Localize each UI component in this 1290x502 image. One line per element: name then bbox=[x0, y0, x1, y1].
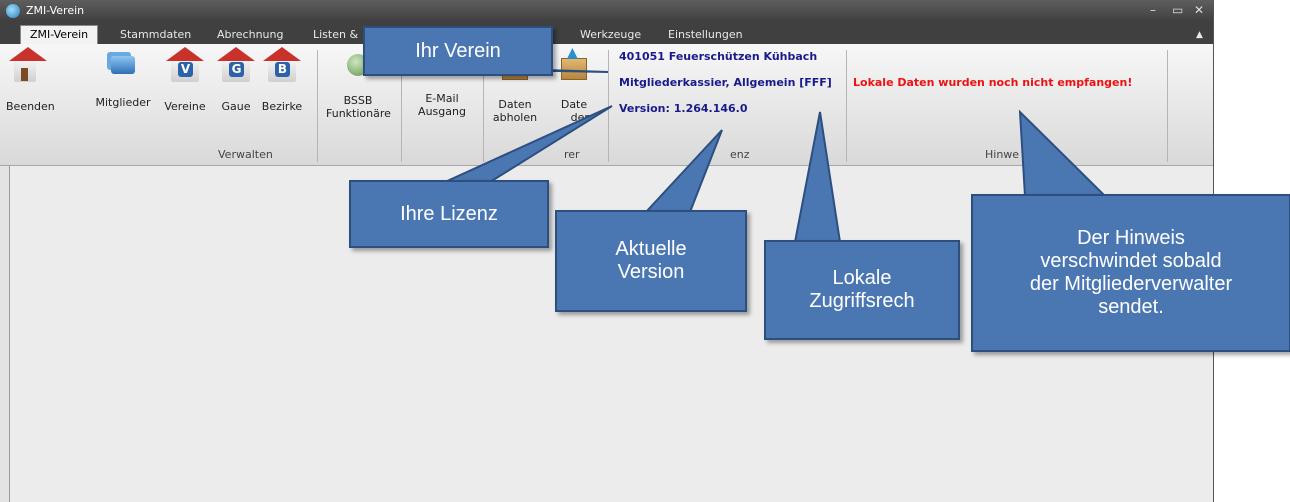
tab-abrechnung[interactable]: Abrechnung bbox=[217, 26, 283, 44]
bssb-label-line1: BSSB bbox=[343, 94, 373, 107]
group-label-hinweis: Hinwe bbox=[985, 148, 1020, 161]
warning-text: Lokale Daten wurden noch nicht empfangen… bbox=[853, 76, 1133, 89]
bssb-label-line2: Funktionäre bbox=[326, 107, 391, 120]
app-icon bbox=[6, 4, 20, 18]
daten-abholen-line2: abholen bbox=[492, 111, 538, 124]
callout-ihre-lizenz: Ihre Lizenz bbox=[349, 180, 549, 248]
group-label-verwalten: Verwalten bbox=[218, 148, 273, 161]
tab-zmi-verein[interactable]: ZMI-Verein bbox=[20, 25, 99, 44]
email-label-line2: Ausgang bbox=[418, 105, 466, 118]
group-separator bbox=[317, 50, 318, 162]
ribbon: Beenden Mitglieder V Vereine G Gaue B Be… bbox=[0, 44, 1213, 166]
daten-abholen-line1: Daten bbox=[498, 98, 532, 111]
callout-ihr-verein: Ihr Verein bbox=[363, 26, 553, 76]
group-separator bbox=[608, 50, 609, 162]
group-separator bbox=[846, 50, 847, 162]
title-bar: ZMI-Verein – ▭ ✕ bbox=[0, 0, 1213, 22]
gaue-label: Gaue bbox=[221, 100, 251, 113]
daten-senden-line1: Date bbox=[560, 98, 588, 111]
members-icon bbox=[106, 56, 140, 90]
maximize-icon[interactable]: ▭ bbox=[1172, 3, 1183, 17]
bezirke-button[interactable]: B Bezirke bbox=[260, 46, 304, 113]
email-label-line1: E-Mail bbox=[425, 92, 459, 105]
license-version: Version: 1.264.146.0 bbox=[619, 102, 748, 115]
group-label-transfer: rer bbox=[564, 148, 580, 161]
daten-senden-line2: den bbox=[570, 111, 592, 124]
close-icon[interactable]: ✕ bbox=[1194, 3, 1204, 17]
minimize-icon[interactable]: – bbox=[1150, 3, 1156, 17]
mitglieder-button[interactable]: Mitglieder bbox=[94, 46, 152, 109]
group-separator bbox=[1167, 50, 1168, 162]
tab-einstellungen[interactable]: Einstellungen bbox=[668, 26, 743, 44]
license-club: 401051 Feuerschützen Kühbach bbox=[619, 50, 818, 63]
bezirke-label: Bezirke bbox=[261, 100, 303, 113]
tab-stammdaten[interactable]: Stammdaten bbox=[120, 26, 191, 44]
callout-zugriffsrechte: Lokale Zugriffsrech bbox=[764, 240, 960, 340]
tab-listen[interactable]: Listen & bbox=[313, 26, 358, 44]
home-exit-icon bbox=[8, 47, 47, 94]
upload-box-icon: ▲ bbox=[557, 46, 591, 92]
window-title: ZMI-Verein bbox=[26, 4, 85, 17]
tab-werkzeuge[interactable]: Werkzeuge bbox=[580, 26, 641, 44]
ribbon-tabs: ZMI-Verein Stammdaten Abrechnung Listen … bbox=[0, 22, 1213, 44]
gaue-button[interactable]: G Gaue bbox=[217, 46, 255, 113]
beenden-label: Beenden bbox=[6, 100, 55, 113]
vereine-button[interactable]: V Vereine bbox=[163, 46, 207, 113]
vereine-label: Vereine bbox=[164, 100, 206, 113]
vereine-house-icon: V bbox=[166, 47, 204, 94]
mitglieder-label: Mitglieder bbox=[95, 96, 151, 109]
daten-senden-button[interactable]: ▲ Date den bbox=[551, 46, 597, 124]
callout-hinweis: Der Hinweis verschwindet sobald der Mitg… bbox=[971, 194, 1290, 352]
bezirke-house-icon: B bbox=[263, 47, 301, 94]
license-role: Mitgliederkassier, Allgemein [FFF] bbox=[619, 76, 832, 89]
beenden-button[interactable]: Beenden bbox=[6, 46, 55, 113]
group-label-lizenz: enz bbox=[730, 148, 750, 161]
callout-aktuelle-version: Aktuelle Version bbox=[555, 210, 747, 312]
collapse-ribbon-icon[interactable]: ▲ bbox=[1196, 26, 1203, 44]
gaue-house-icon: G bbox=[217, 47, 255, 94]
